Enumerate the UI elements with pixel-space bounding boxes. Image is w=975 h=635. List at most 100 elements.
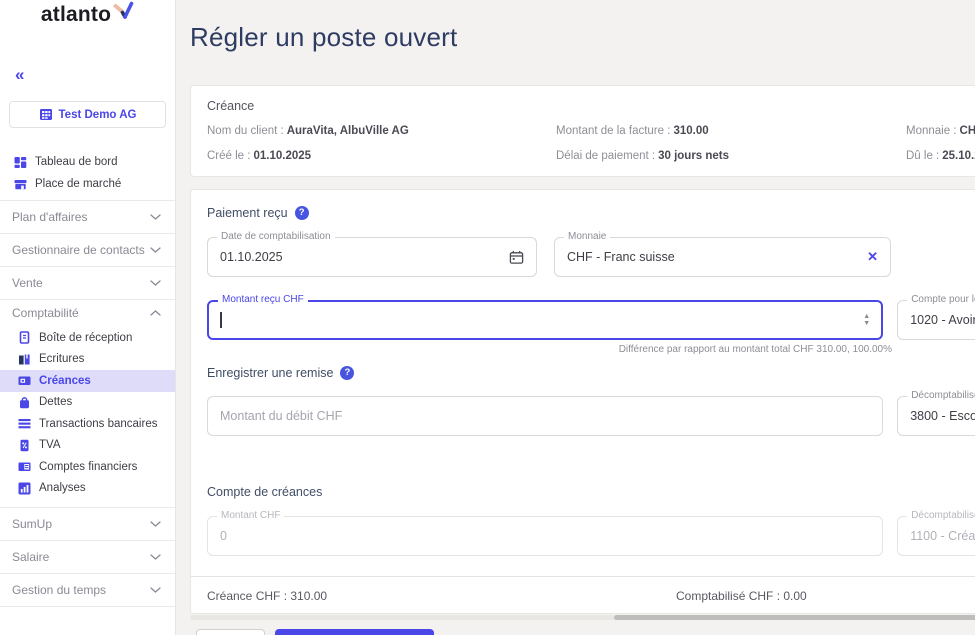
sidebar-item-label: Tableau de bord <box>35 156 118 168</box>
sidebar-item-inbox[interactable]: Boîte de réception <box>0 327 175 349</box>
logo-mark-icon <box>112 1 134 21</box>
app-window: atlanto « Test Demo AG Tableau de bord P… <box>0 0 975 635</box>
sidebar-item-label: TVA <box>39 439 61 452</box>
payment-terms-field: Délai de paiement :30 jours nets <box>556 150 730 162</box>
field-placeholder: Montant du débit CHF <box>220 409 343 423</box>
chevron-down-icon <box>150 587 161 593</box>
sidebar-item-receivables[interactable]: Créances <box>0 370 175 392</box>
register-discount-heading: Enregistrer une remise ? <box>207 364 975 381</box>
field-label: Décomptabiliser <box>907 390 975 401</box>
sidebar-divider <box>0 606 175 607</box>
receivables-icon <box>18 376 31 386</box>
field-value: CHF - Franc suisse <box>567 250 675 264</box>
section-label: Salaire <box>12 550 50 564</box>
help-icon[interactable]: ? <box>340 365 355 380</box>
due-date-field: Dû le :25.10.2025 <box>906 150 975 162</box>
claim-card-title: Créance <box>207 99 255 113</box>
chevron-down-icon <box>150 521 161 527</box>
settle-open-item-button[interactable]: Régler un poste ouvert <box>275 629 435 635</box>
number-stepper-icon[interactable]: ▲ ▼ <box>863 313 870 327</box>
help-icon[interactable]: ? <box>294 205 309 220</box>
payment-form-card: Paiement reçu ? Date de comptabilisation… <box>190 189 975 614</box>
bag-icon <box>20 396 29 408</box>
sidebar-section-sales[interactable]: Vente <box>0 266 175 299</box>
accounting-sub-menu: Boîte de réception Ecritures Créances De… <box>0 325 175 507</box>
field-value: 01.10.2025 <box>220 250 283 264</box>
field-value: 1020 - Avoirs bancaires <box>910 313 975 327</box>
sidebar-section-business-plan[interactable]: Plan d'affaires <box>0 200 175 233</box>
section-label: Vente <box>12 276 43 290</box>
sidebar-item-bank-transactions[interactable]: Transactions bancaires <box>0 413 175 435</box>
booked-total-text: Comptabilisé CHF : 0.00 <box>676 589 807 603</box>
sidebar-item-label: Transactions bancaires <box>39 417 158 430</box>
sidebar-collapse-button[interactable]: « <box>15 66 175 83</box>
main-content: Régler un poste ouvert Créance Nom du cl… <box>176 0 975 635</box>
payment-received-heading: Paiement reçu ? <box>207 204 975 221</box>
field-value: 3800 - Escomptes <box>910 409 975 423</box>
logo: atlanto <box>0 0 175 34</box>
marketplace-icon <box>14 179 27 189</box>
text-caret <box>220 312 222 328</box>
sidebar-item-label: Créances <box>39 374 91 387</box>
sidebar-item-vat[interactable]: TVA <box>0 435 175 457</box>
client-name-field: Nom du client : AuraVita, AlbuVille AG <box>207 125 409 137</box>
company-selector-button[interactable]: Test Demo AG <box>9 101 166 128</box>
sidebar-item-financial-accounts[interactable]: Comptes financiers <box>0 456 175 478</box>
created-date-field: Créé le :01.10.2025 <box>207 150 312 162</box>
sidebar: atlanto « Test Demo AG Tableau de bord P… <box>0 0 176 635</box>
chevron-down-icon <box>150 214 161 220</box>
chevron-down-icon <box>150 247 161 253</box>
sidebar-section-time-management[interactable]: Gestion du temps <box>0 573 175 606</box>
inbox-icon <box>19 331 30 345</box>
sidebar-section-salary[interactable]: Salaire <box>0 540 175 573</box>
sidebar-item-marketplace[interactable]: Place de marché <box>0 173 175 195</box>
logo-text: atlanto <box>40 3 112 26</box>
bank-lines-icon <box>18 419 31 429</box>
sidebar-section-sumup[interactable]: SumUp <box>0 507 175 540</box>
currency-input[interactable]: Monnaie CHF - Franc suisse ✕ <box>554 231 891 277</box>
sidebar-item-label: Analyses <box>39 482 86 495</box>
sidebar-item-label: Comptes financiers <box>39 460 138 473</box>
scrollbar-thumb[interactable] <box>614 615 975 620</box>
field-label: Compte pour le paiement <box>907 294 975 305</box>
sidebar-item-dashboard[interactable]: Tableau de bord <box>0 151 175 173</box>
field-label: Date de comptabilisation <box>217 231 335 242</box>
clear-currency-icon[interactable]: ✕ <box>867 249 878 265</box>
sidebar-section-contacts[interactable]: Gestionnaire de contacts <box>0 233 175 266</box>
section-label: Gestion du temps <box>12 583 107 597</box>
difference-helper-text: Différence par rapport au montant total … <box>618 344 892 355</box>
accounts-icon <box>18 462 31 472</box>
section-title: Compte de créances <box>207 484 323 499</box>
horizontal-scrollbar[interactable] <box>190 615 975 620</box>
receivable-account-heading: Compte de créances <box>207 483 975 500</box>
field-value: 1100 - Créances <box>910 529 975 543</box>
invoice-amount-field: Montant de la facture :310.00 <box>556 125 709 137</box>
totals-row: Créance CHF : 310.00 Comptabilisé CHF : … <box>191 576 975 613</box>
sidebar-item-label: Dettes <box>39 396 73 409</box>
payment-account-input[interactable]: Compte pour le paiement 1020 - Avoirs ba… <box>897 294 975 340</box>
sidebar-item-label: Boîte de réception <box>39 331 133 344</box>
book-icon <box>19 354 30 365</box>
amount-received-input[interactable]: Montant reçu CHF ▲ ▼ <box>207 294 884 340</box>
receivable-account-input: Décomptabiliser 1100 - Créances <box>897 510 975 556</box>
discount-amount-input[interactable]: Montant du débit CHF <box>207 396 884 436</box>
dashboard-icon <box>14 156 27 168</box>
analytics-icon <box>18 482 31 495</box>
section-label: SumUp <box>12 517 53 531</box>
calendar-icon[interactable] <box>509 250 524 265</box>
field-label: Décomptabiliser <box>907 510 975 521</box>
section-label: Gestionnaire de contacts <box>12 243 145 257</box>
page-title: Régler un poste ouvert <box>190 22 458 52</box>
claim-summary-card: Créance Nom du client : AuraVita, AlbuVil… <box>190 85 975 177</box>
chevron-down-icon <box>150 280 161 286</box>
sidebar-item-entries[interactable]: Ecritures <box>0 349 175 371</box>
company-building-icon <box>39 109 52 120</box>
field-label: Montant CHF <box>217 510 285 521</box>
currency-field: Monnaie :CHF <box>906 125 975 137</box>
booking-date-input[interactable]: Date de comptabilisation 01.10.2025 <box>207 231 537 277</box>
discount-account-input[interactable]: Décomptabiliser 3800 - Escomptes <box>897 390 975 436</box>
sidebar-item-analyses[interactable]: Analyses <box>0 478 175 500</box>
cancel-button[interactable]: Annuler <box>196 629 266 635</box>
sidebar-section-accounting[interactable]: Comptabilité <box>0 299 175 325</box>
sidebar-item-payables[interactable]: Dettes <box>0 392 175 414</box>
